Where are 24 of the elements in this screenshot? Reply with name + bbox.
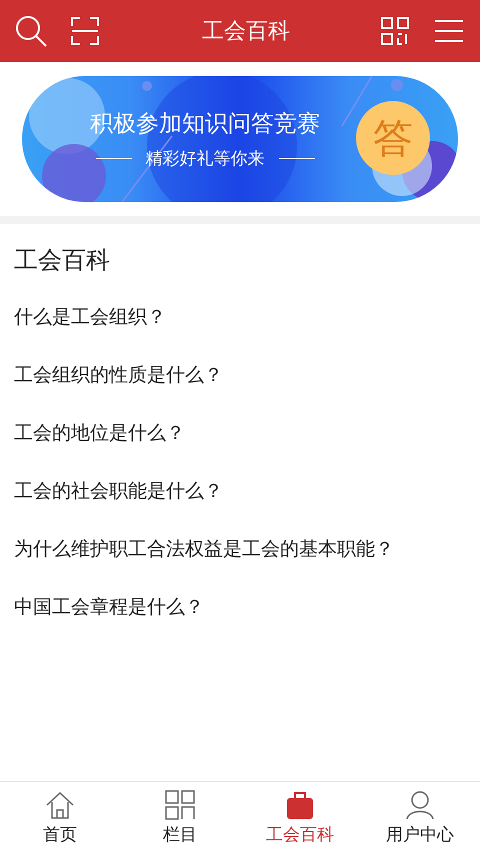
faq-item[interactable]: 工会的社会职能是什么？: [14, 462, 466, 520]
nav-tab[interactable]: 用户中心: [360, 782, 480, 853]
faq-item[interactable]: 为什么维护职工合法权益是工会的基本职能？: [14, 520, 466, 578]
search-icon: [14, 14, 48, 48]
answer-badge: 答: [356, 101, 430, 175]
user-icon: [405, 790, 435, 820]
banner-headline: 积极参加知识问答竞赛: [90, 110, 320, 139]
nav-tab[interactable]: 工会百科: [240, 782, 360, 853]
faq-item[interactable]: 工会的地位是什么？: [14, 404, 466, 462]
faq-item[interactable]: 中国工会章程是什么？: [14, 578, 466, 636]
faq-item[interactable]: 什么是工会组织？: [14, 288, 466, 346]
grid-icon: [165, 790, 195, 820]
nav-tab[interactable]: 栏目: [120, 782, 240, 853]
qr-code-icon: [381, 17, 409, 45]
faq-item[interactable]: 工会组织的性质是什么？: [14, 346, 466, 404]
page-title: 工会百科: [201, 18, 291, 46]
bag-icon: [285, 790, 315, 820]
scan-icon: [71, 17, 99, 45]
nav-tab[interactable]: 首页: [0, 782, 120, 853]
menu-icon: [435, 19, 463, 43]
banner-tagline: 精彩好礼等你来: [146, 148, 264, 170]
section-title: 工会百科: [14, 245, 111, 276]
quiz-banner[interactable]: 积极参加知识问答竞赛 精彩好礼等你来 答: [22, 76, 458, 202]
home-icon: [45, 790, 75, 820]
